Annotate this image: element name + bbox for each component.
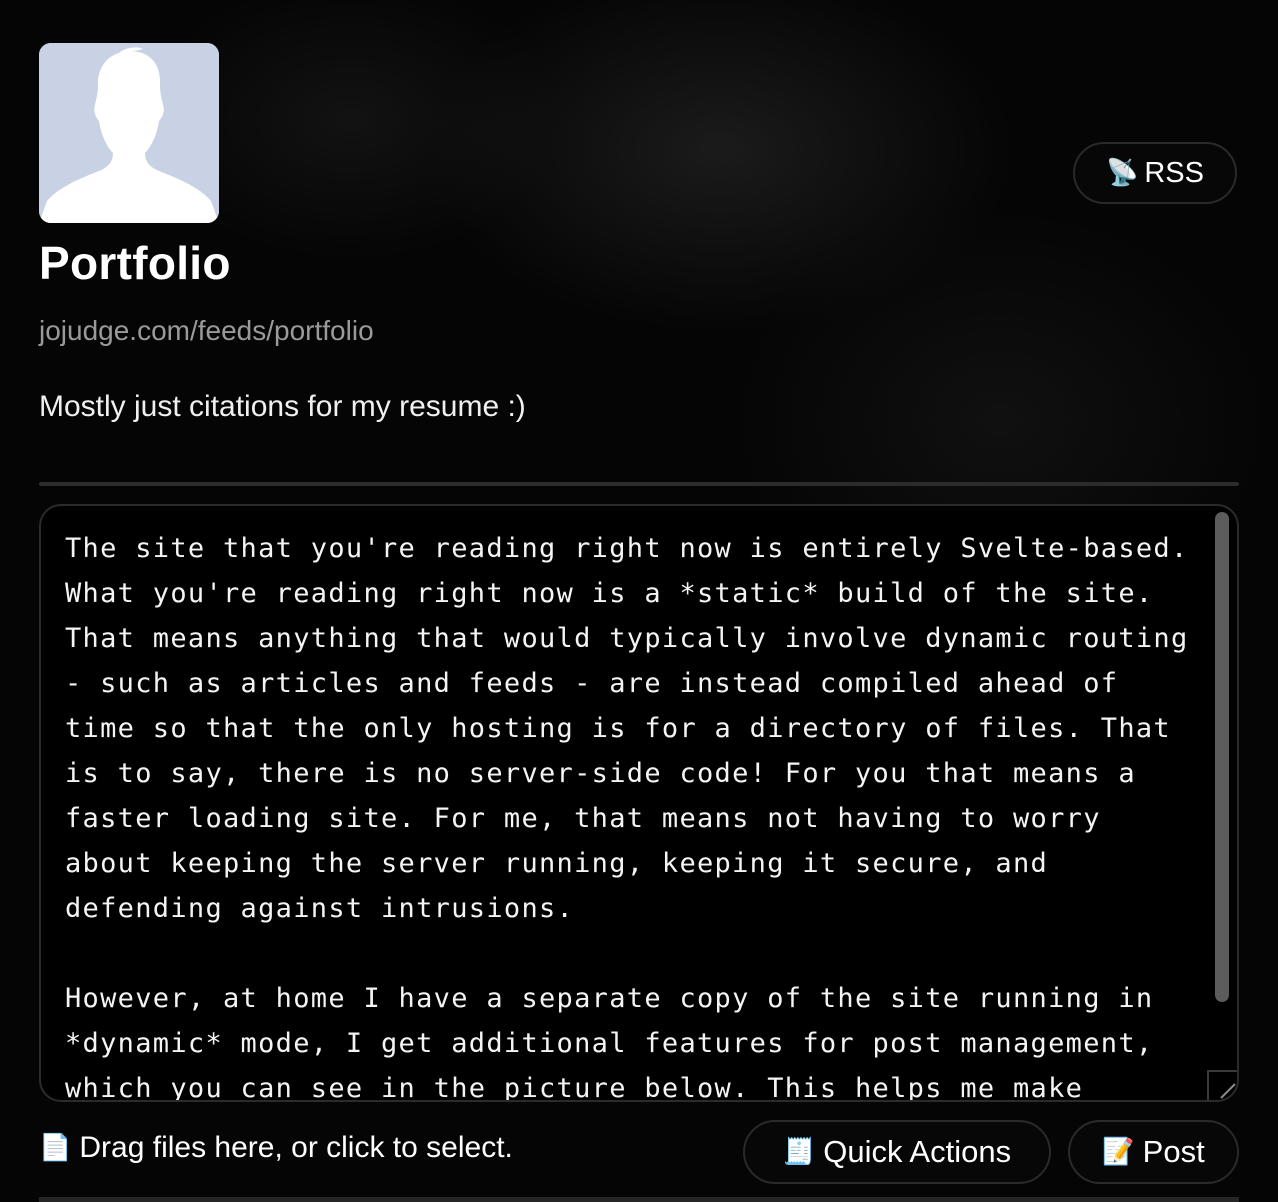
post-button[interactable]: 📝 Post [1068,1120,1239,1184]
memo-icon: 📝 [1102,1137,1135,1167]
feed-page: 📡 RSS Portfolio jojudge.com/feeds/portfo… [0,0,1278,1202]
resize-handle-icon[interactable] [1207,1070,1237,1100]
document-icon: 📄 [39,1133,72,1163]
avatar [39,43,219,223]
rss-button[interactable]: 📡 RSS [1073,142,1237,204]
quick-actions-label: Quick Actions [823,1134,1012,1169]
editor-scrollbar-thumb[interactable] [1215,512,1229,1002]
section-divider [39,482,1239,486]
satellite-dish-icon: 📡 [1105,158,1139,188]
feed-url: jojudge.com/feeds/portfolio [39,315,374,346]
file-dropzone[interactable]: 📄 Drag files here, or click to select. [39,1128,513,1168]
rss-label: RSS [1144,156,1204,189]
quick-actions-button[interactable]: 🧾 Quick Actions [743,1120,1051,1184]
post-label: Post [1142,1134,1205,1169]
post-textarea[interactable]: The site that you're reading right now i… [65,526,1205,1100]
dropzone-label: Drag files here, or click to select. [79,1131,513,1164]
default-user-silhouette-icon [39,43,219,223]
page-title: Portfolio [39,237,231,289]
post-editor[interactable]: The site that you're reading right now i… [39,504,1239,1102]
editor-scrollbar[interactable] [1215,512,1229,1096]
feed-description: Mostly just citations for my resume :) [39,390,526,423]
receipt-icon: 🧾 [782,1137,816,1167]
bottom-divider [39,1197,1239,1202]
